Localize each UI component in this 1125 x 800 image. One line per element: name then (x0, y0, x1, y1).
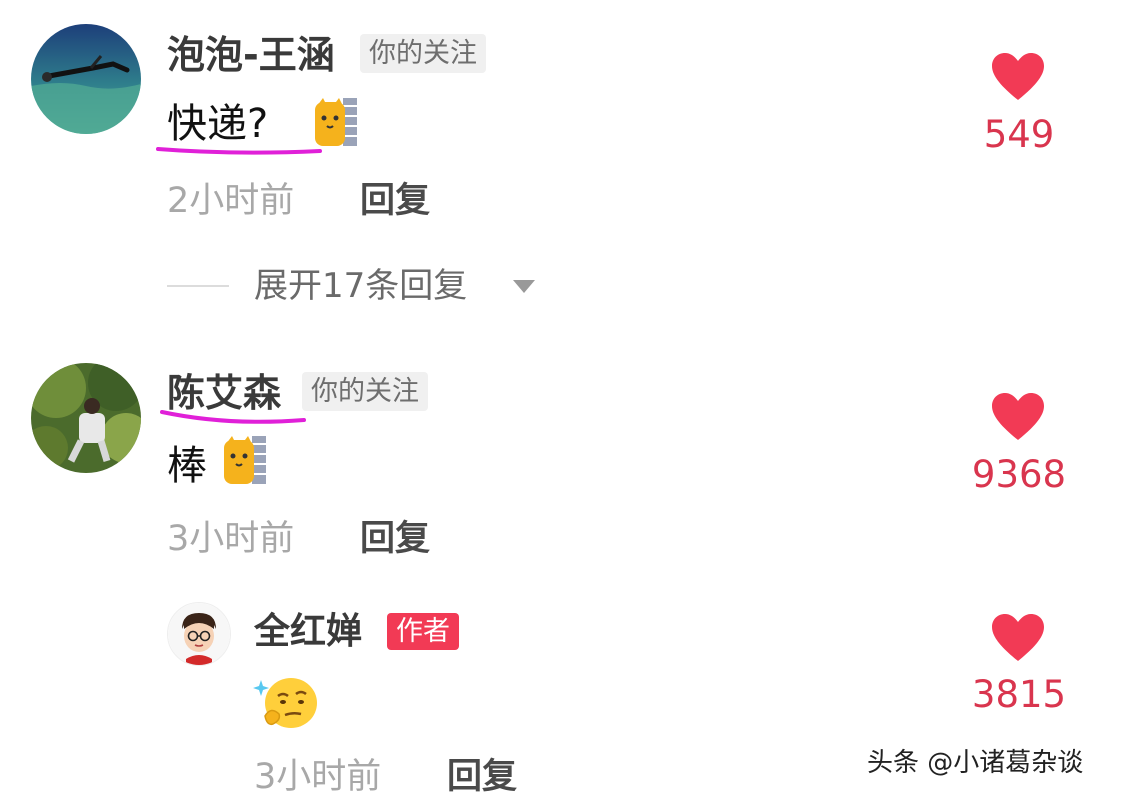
avatar-user-1[interactable] (31, 24, 141, 134)
chevron-down-icon[interactable] (513, 280, 535, 293)
like-count-2: 9368 (971, 453, 1067, 496)
watermark: 头条 @小诸葛杂谈 (867, 748, 1084, 778)
heart-icon (992, 614, 1044, 661)
avatar-outdoor-photo (31, 363, 141, 473)
highlight-underline-1 (156, 147, 322, 155)
username-1[interactable]: 泡泡-王涵 (167, 36, 335, 74)
timestamp-1: 2小时前 (167, 181, 295, 221)
reply-button-2[interactable]: 回复 (360, 522, 430, 557)
author-tag: 作者 (387, 613, 459, 650)
follow-tag-2: 你的关注 (302, 372, 428, 411)
username-author[interactable]: 全红婵 (254, 614, 362, 650)
comment-text-1: 快递? (167, 101, 269, 147)
follow-tag-1: 你的关注 (360, 34, 486, 73)
reply-button-author[interactable]: 回复 (447, 760, 517, 795)
avatar-author[interactable] (167, 602, 231, 666)
like-count-author: 3815 (971, 673, 1067, 716)
avatar-cartoon-boy (168, 603, 230, 665)
reply-button-1[interactable]: 回复 (360, 184, 430, 219)
avatar-user-2[interactable] (31, 363, 141, 473)
like-button-1[interactable] (990, 52, 1046, 106)
avatar-swimmer-image (31, 24, 141, 134)
like-count-1: 549 (983, 113, 1055, 156)
timestamp-2: 3小时前 (167, 519, 295, 559)
expand-divider (167, 285, 229, 287)
cat-peek-emoji (222, 434, 268, 490)
thinking-emoji (253, 674, 319, 736)
heart-icon (992, 53, 1044, 100)
like-button-author[interactable] (990, 613, 1046, 667)
timestamp-author: 3小时前 (254, 757, 382, 797)
expand-replies-button[interactable]: 展开17条回复 (254, 269, 467, 303)
like-button-2[interactable] (990, 392, 1046, 446)
comment-text-2: 棒 (167, 443, 207, 489)
heart-icon (992, 393, 1044, 440)
highlight-underline-2 (160, 410, 306, 424)
